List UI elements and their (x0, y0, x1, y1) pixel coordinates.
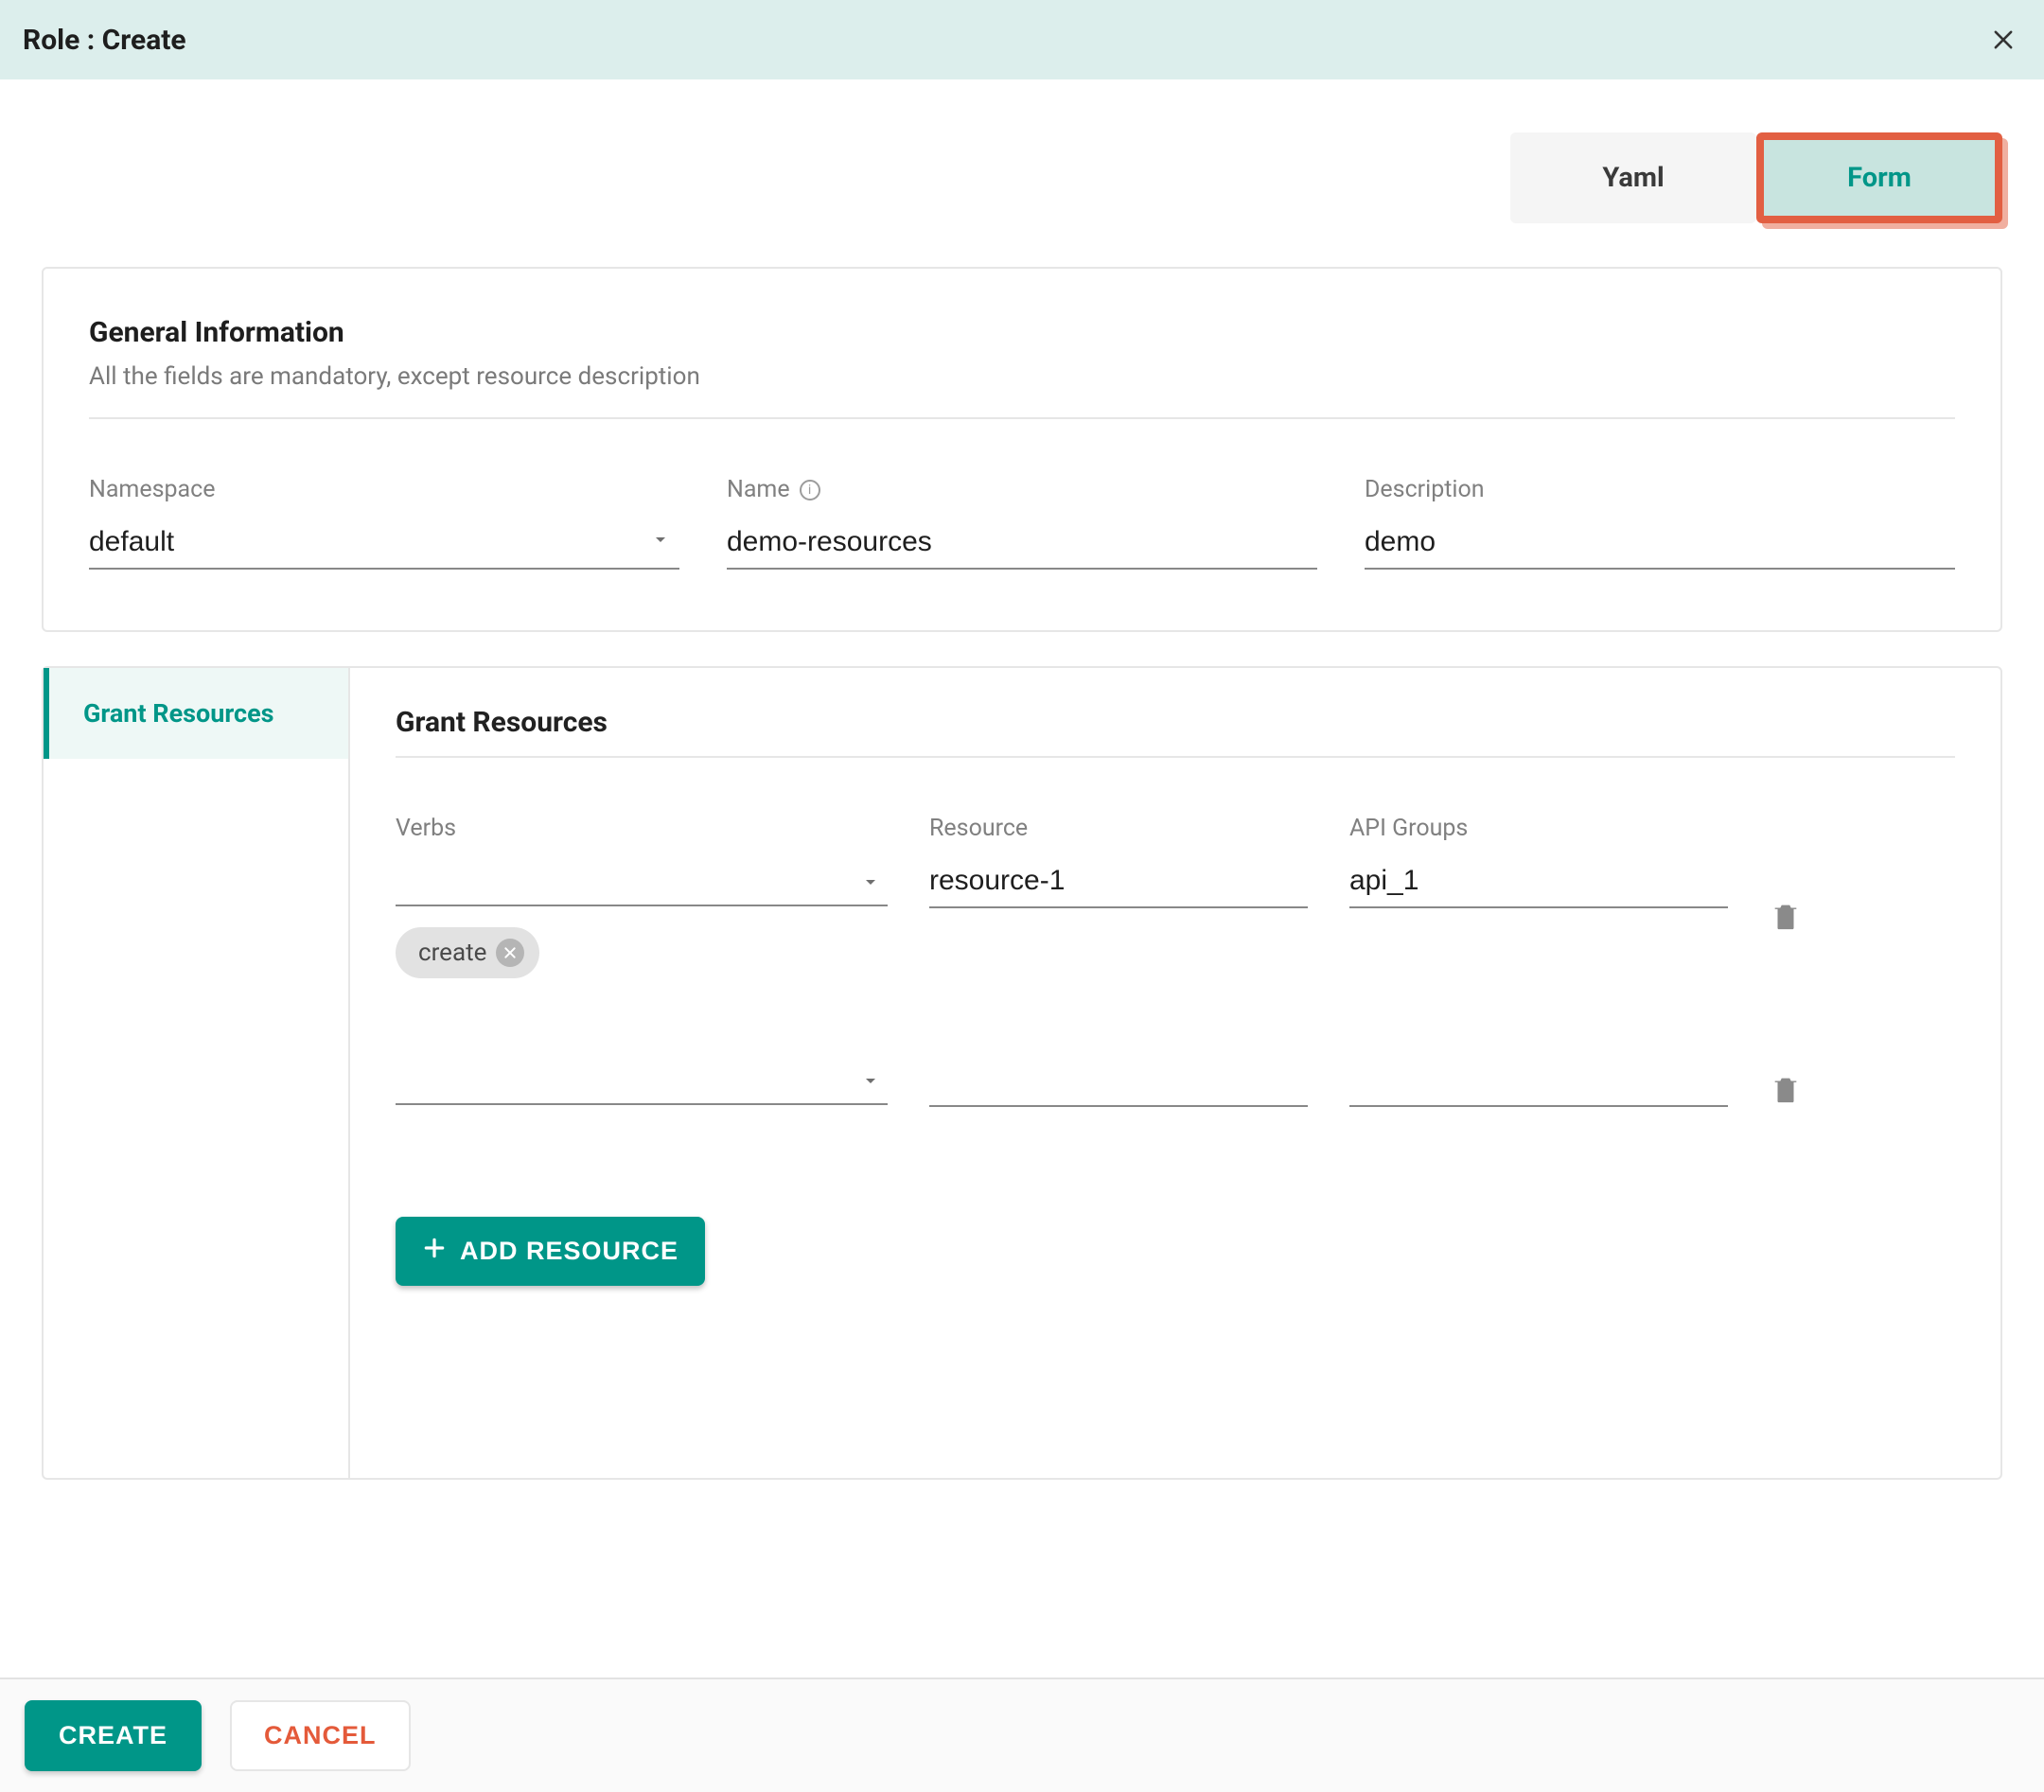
tab-yaml[interactable]: Yaml (1510, 132, 1756, 223)
verbs-select[interactable] (396, 865, 888, 906)
tab-form[interactable]: Form (1756, 132, 2002, 223)
chevron-down-icon[interactable] (859, 1069, 882, 1096)
general-information-title: General Information (89, 316, 1955, 349)
grant-section: Grant Resources Grant Resources Verbs cr… (42, 666, 2002, 1480)
name-input[interactable] (727, 522, 1317, 570)
trash-icon[interactable] (1770, 1071, 1845, 1111)
remove-chip-icon[interactable] (496, 939, 524, 967)
chevron-down-icon[interactable] (859, 870, 882, 897)
create-button[interactable]: CREATE (25, 1700, 202, 1771)
verb-chip: create (396, 927, 539, 978)
resource-input[interactable] (929, 1063, 1308, 1107)
name-field: Name i (727, 476, 1317, 570)
namespace-select[interactable] (89, 522, 679, 570)
divider (396, 756, 1955, 758)
api-groups-input[interactable] (1349, 865, 1728, 908)
api-groups-input[interactable] (1349, 1063, 1728, 1107)
grant-sidebar: Grant Resources (44, 668, 350, 1478)
chevron-down-icon[interactable] (649, 528, 672, 554)
editor-mode-tabs: Yaml Form (0, 79, 2044, 223)
general-information-subtitle: All the fields are mandatory, except res… (89, 362, 1955, 391)
dialog-title: Role : Create (23, 24, 186, 57)
resource-row: Verbs create Resource API (396, 815, 1955, 978)
description-label: Description (1365, 476, 1955, 503)
info-icon[interactable]: i (800, 480, 820, 501)
api-groups-label: API Groups (1349, 815, 1728, 842)
resource-input[interactable] (929, 865, 1308, 908)
description-input[interactable] (1365, 522, 1955, 570)
add-resource-button[interactable]: ADD RESOURCE (396, 1217, 705, 1286)
plus-icon (422, 1236, 447, 1267)
cancel-button[interactable]: CANCEL (230, 1700, 411, 1771)
verb-chip-label: create (418, 939, 486, 967)
resource-label: Resource (929, 815, 1308, 842)
dialog-header: Role : Create (0, 0, 2044, 79)
general-information-card: General Information All the fields are m… (42, 267, 2002, 632)
sidebar-item-grant-resources[interactable]: Grant Resources (44, 668, 348, 759)
add-resource-label: ADD RESOURCE (460, 1237, 678, 1266)
description-field: Description (1365, 476, 1955, 570)
grant-panel-title: Grant Resources (396, 706, 1955, 739)
dialog-footer: CREATE CANCEL (0, 1678, 2044, 1792)
name-label-text: Name (727, 476, 790, 503)
namespace-field: Namespace (89, 476, 679, 570)
verbs-select[interactable] (396, 1063, 888, 1105)
grant-panel: Grant Resources Verbs create (350, 668, 2000, 1478)
close-icon[interactable] (1989, 26, 2018, 54)
name-label: Name i (727, 476, 1317, 503)
divider (89, 417, 1955, 419)
verbs-label: Verbs (396, 815, 888, 842)
trash-icon[interactable] (1770, 898, 1845, 938)
resource-row (396, 1063, 1955, 1111)
namespace-label: Namespace (89, 476, 679, 503)
